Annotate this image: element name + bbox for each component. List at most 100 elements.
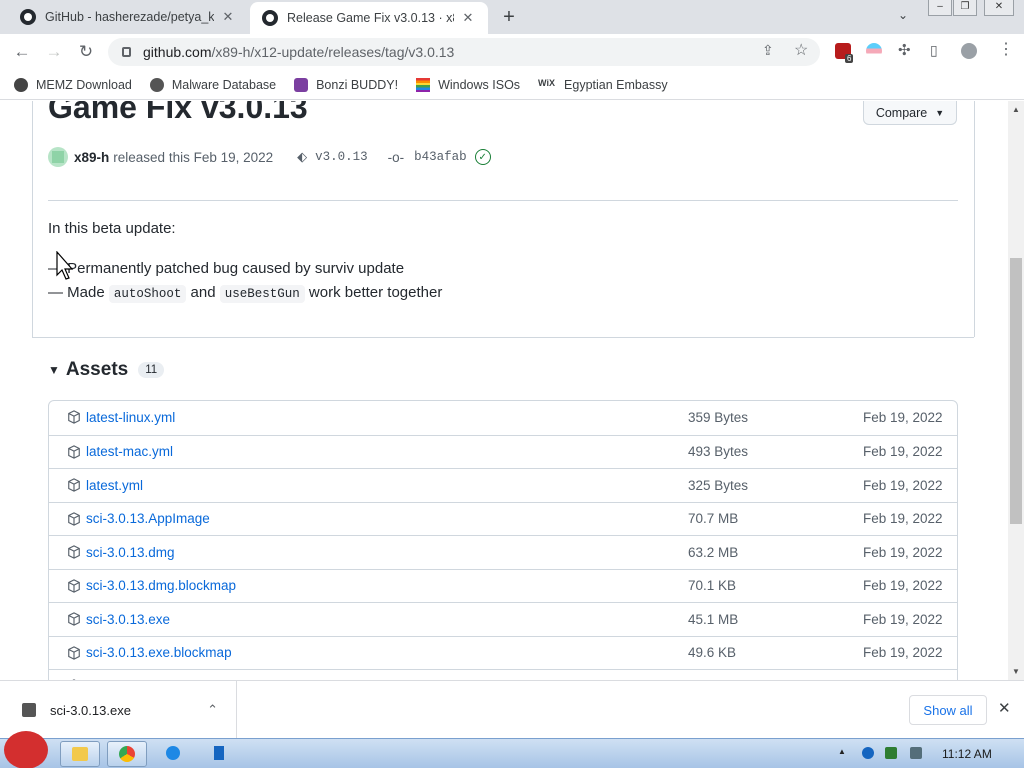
minimize-button[interactable]: – bbox=[928, 0, 952, 16]
asset-date: Feb 19, 2022 bbox=[863, 578, 943, 594]
network-icon[interactable] bbox=[885, 747, 897, 759]
app-icon[interactable] bbox=[214, 746, 224, 760]
assets-toggle[interactable]: ▼ Assets 11 bbox=[48, 359, 165, 381]
asset-date: Feb 19, 2022 bbox=[863, 444, 943, 460]
verified-check-icon[interactable]: ✓ bbox=[474, 149, 491, 165]
url-path: /x89-h/x12-update/releases/tag/v3.0.13 bbox=[211, 44, 455, 60]
reload-button[interactable]: ↻ bbox=[76, 42, 96, 62]
page-content: Game Fix v3.0.13 Compare ▼ x89-h release… bbox=[0, 101, 1008, 680]
bookmark-egyptian-embassy[interactable]: WiX Egyptian Embassy bbox=[538, 78, 668, 92]
package-icon bbox=[68, 511, 80, 526]
asset-link[interactable]: latest-mac.yml bbox=[86, 444, 173, 459]
asset-date: Feb 19, 2022 bbox=[863, 477, 943, 493]
commit-icon: -o- bbox=[387, 149, 405, 165]
release-box-border bbox=[974, 101, 975, 337]
tray-expand-icon[interactable]: ▲ bbox=[838, 747, 846, 756]
asset-link[interactable]: sci-3.0.13.exe.blockmap bbox=[86, 645, 232, 660]
ie-icon[interactable] bbox=[166, 746, 180, 760]
asset-row: latest.yml 325 Bytes Feb 19, 2022 bbox=[49, 468, 957, 502]
bookmark-malware-database[interactable]: Malware Database bbox=[149, 77, 276, 92]
menu-kebab-icon[interactable]: ⋮ bbox=[998, 39, 1014, 59]
page-scrollbar[interactable]: ▲ ▼ bbox=[1008, 101, 1024, 680]
taskbar-chrome[interactable] bbox=[107, 741, 147, 767]
package-icon bbox=[68, 578, 80, 593]
assets-heading: Assets bbox=[65, 359, 129, 380]
back-button[interactable]: ← bbox=[12, 42, 32, 62]
start-button[interactable] bbox=[4, 731, 48, 768]
flag-extension-icon[interactable] bbox=[866, 43, 882, 59]
address-bar[interactable]: github.com/x89-h/x12-update/releases/tag… bbox=[108, 38, 820, 66]
asset-row: sci-3.0.13.exe 45.1 MB Feb 19, 2022 bbox=[49, 602, 957, 636]
profile-avatar[interactable] bbox=[961, 43, 977, 59]
asset-size: 70.1 KB bbox=[688, 578, 737, 594]
package-icon bbox=[68, 645, 80, 660]
asset-link[interactable]: sci-3.0.13.dmg.blockmap bbox=[86, 578, 236, 593]
asset-link[interactable]: latest-linux.yml bbox=[86, 410, 175, 425]
scroll-down-arrow-icon[interactable]: ▼ bbox=[1012, 667, 1020, 676]
commit-link[interactable]: b43afab bbox=[414, 150, 467, 164]
bookmark-memz[interactable]: MEMZ Download bbox=[14, 77, 132, 92]
folder-icon bbox=[72, 747, 88, 761]
scrollbar-thumb[interactable] bbox=[1010, 258, 1022, 524]
tab-github-petya[interactable]: GitHub - hasherezade/petya_k ✕ bbox=[8, 0, 248, 34]
asset-size: 49.6 KB bbox=[688, 645, 737, 661]
share-icon[interactable]: ⇪ bbox=[762, 42, 774, 59]
side-panel-icon[interactable]: ▯ bbox=[930, 42, 938, 59]
divider bbox=[48, 200, 958, 201]
scroll-up-arrow-icon[interactable]: ▲ bbox=[1012, 105, 1020, 114]
window-close-button[interactable]: ✕ bbox=[984, 0, 1014, 16]
close-tab-icon[interactable]: ✕ bbox=[460, 10, 476, 26]
assets-count-badge: 11 bbox=[138, 362, 165, 378]
asset-row: sci-3.0.13.AppImage 70.7 MB Feb 19, 2022 bbox=[49, 501, 957, 536]
release-change-2: — Made autoShoot and useBestGun work bet… bbox=[48, 284, 442, 303]
close-download-bar-icon[interactable]: ✕ bbox=[998, 699, 1011, 717]
tab-title: GitHub - hasherezade/petya_k bbox=[45, 10, 214, 24]
tab-release[interactable]: Release Game Fix v3.0.13 · x89 ✕ bbox=[250, 2, 488, 34]
asset-link[interactable]: sci-3.0.13.dmg bbox=[86, 545, 175, 560]
asset-size: 359 Bytes bbox=[688, 410, 749, 426]
taskbar-clock[interactable]: 11:12 AM bbox=[942, 747, 992, 761]
package-icon bbox=[68, 444, 80, 459]
exe-file-icon bbox=[22, 703, 36, 717]
bookmark-star-icon[interactable]: ☆ bbox=[794, 40, 808, 60]
asset-size: 493 Bytes bbox=[688, 444, 749, 460]
compare-label: Compare bbox=[875, 105, 928, 120]
release-box-border bbox=[32, 101, 33, 337]
assets-list: latest-linux.yml 359 Bytes Feb 19, 2022 … bbox=[48, 400, 958, 680]
bookmark-windows-isos[interactable]: Windows ISOs bbox=[416, 77, 520, 92]
release-title: Game Fix v3.0.13 bbox=[48, 101, 308, 125]
author-avatar[interactable] bbox=[48, 147, 68, 167]
show-all-button[interactable]: Show all bbox=[909, 695, 987, 725]
restore-button[interactable]: ❐ bbox=[953, 0, 977, 16]
extensions-puzzle-icon[interactable]: ✣ bbox=[898, 41, 911, 59]
wix-icon: WiX bbox=[538, 77, 555, 88]
taskbar-explorer[interactable] bbox=[60, 741, 100, 767]
asset-date: Feb 19, 2022 bbox=[863, 611, 943, 627]
tab-search-chevron-icon[interactable]: ⌄ bbox=[898, 8, 908, 22]
asset-link[interactable]: latest.yml bbox=[86, 478, 143, 493]
release-box-bottom-border bbox=[32, 337, 974, 338]
asset-size: 63.2 MB bbox=[688, 544, 739, 560]
download-item[interactable]: sci-3.0.13.exe ⌃ bbox=[0, 681, 237, 739]
asset-date: Feb 19, 2022 bbox=[863, 511, 943, 527]
release-change-1: — Permanently patched bug caused by surv… bbox=[48, 260, 405, 277]
bookmark-bonzi-buddy[interactable]: Bonzi BUDDY! bbox=[294, 77, 399, 92]
chrome-icon bbox=[119, 746, 135, 762]
chevron-up-icon[interactable]: ⌃ bbox=[207, 702, 218, 718]
close-tab-icon[interactable]: ✕ bbox=[220, 9, 236, 25]
forward-button[interactable]: → bbox=[44, 42, 64, 62]
compare-button[interactable]: Compare ▼ bbox=[863, 101, 957, 125]
asset-link[interactable]: sci-3.0.13.AppImage bbox=[86, 511, 210, 526]
new-tab-button[interactable]: + bbox=[498, 6, 520, 29]
package-icon bbox=[68, 545, 80, 559]
release-meta: x89-h released this Feb 19, 2022 ⬖ v3.0.… bbox=[48, 147, 491, 167]
tray-app-icon[interactable] bbox=[862, 747, 874, 759]
author-link[interactable]: x89-h bbox=[74, 150, 109, 165]
volume-icon[interactable] bbox=[910, 747, 922, 759]
extension-badge: 6 bbox=[845, 54, 854, 63]
asset-link[interactable]: sci-3.0.13.exe bbox=[86, 612, 170, 627]
globe-icon bbox=[14, 77, 28, 92]
tab-title: Release Game Fix v3.0.13 · x89 bbox=[287, 11, 454, 25]
bookmark-label: Bonzi BUDDY! bbox=[316, 77, 399, 92]
tag-link[interactable]: v3.0.13 bbox=[315, 150, 368, 164]
